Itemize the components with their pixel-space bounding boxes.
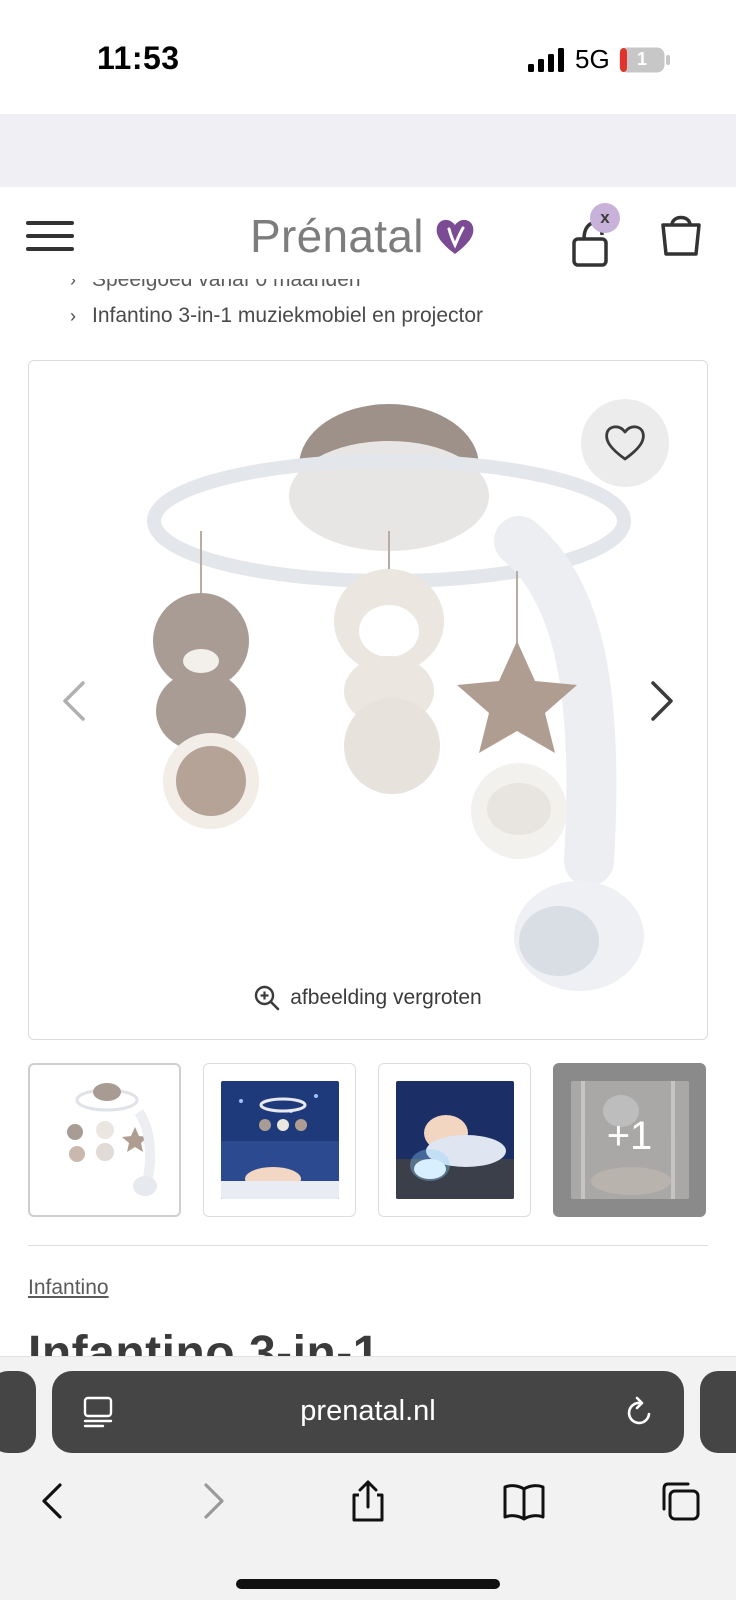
zoom-label: afbeelding vergroten (290, 986, 482, 1009)
favorite-button[interactable] (581, 399, 669, 487)
battery-level: 1 (636, 49, 647, 69)
reload-icon[interactable] (624, 1395, 656, 1429)
zoom-in-icon (255, 985, 280, 1011)
status-bar: 11:53 5G 1 (0, 0, 736, 114)
previous-tab[interactable] (0, 1371, 36, 1453)
thumbnail-image (221, 1081, 339, 1199)
account-button[interactable]: x (568, 203, 624, 269)
back-icon[interactable] (32, 1479, 76, 1523)
list-item: › Infantino 3-in-1 muziekmobiel en proje… (70, 298, 710, 334)
product-gallery[interactable]: afbeelding vergroten (28, 360, 708, 1040)
forward-icon[interactable] (190, 1479, 234, 1523)
heart-logo-icon (436, 219, 474, 254)
chevron-left-icon[interactable] (59, 679, 89, 723)
brand-link[interactable]: Infantino (28, 1276, 109, 1300)
zoom-link[interactable]: afbeelding vergroten (29, 985, 707, 1011)
signal-icon (528, 48, 564, 72)
account-badge: x (590, 203, 620, 233)
divider (28, 1245, 708, 1246)
bullet-label: Infantino 3-in-1 muziekmobiel en project… (92, 304, 484, 327)
more-images-count: +1 (606, 1114, 653, 1158)
menu-icon[interactable] (26, 221, 76, 251)
url-text: prenatal.nl (300, 1395, 436, 1427)
product-image[interactable] (99, 391, 659, 991)
thumbnail-image (47, 1082, 165, 1200)
tabs-icon[interactable] (658, 1479, 702, 1523)
share-icon[interactable] (346, 1479, 390, 1523)
browser-chrome: prenatal.nl (0, 1356, 736, 1600)
site-header: Prénatal x (0, 187, 736, 279)
thumbnail-image (396, 1081, 514, 1199)
browser-top-band (0, 114, 736, 187)
thumbnail[interactable] (378, 1063, 531, 1217)
cart-icon[interactable] (658, 209, 704, 257)
thumbnail[interactable] (28, 1063, 181, 1217)
page: 11:53 5G 1 Prénatal x › Speelgoed vanaf … (0, 0, 736, 1600)
site-logo[interactable]: Prénatal (250, 210, 476, 262)
bookmarks-icon[interactable] (502, 1479, 546, 1523)
thumbnail[interactable] (203, 1063, 356, 1217)
next-tab[interactable] (700, 1371, 736, 1453)
home-indicator (236, 1579, 500, 1589)
logo-text: Prénatal (250, 210, 424, 262)
network-type: 5G (575, 44, 610, 74)
status-time: 11:53 (97, 40, 180, 76)
chevron-right-icon[interactable] (647, 679, 677, 723)
browser-toolbar (0, 1457, 736, 1547)
thumbnail-strip: +1 (28, 1063, 708, 1217)
thumbnail-more[interactable]: +1 (553, 1063, 706, 1217)
heart-icon (605, 425, 645, 461)
address-bar[interactable]: prenatal.nl (52, 1371, 684, 1453)
chevron-right-icon: › (70, 305, 76, 326)
battery-icon: 1 (619, 47, 671, 73)
